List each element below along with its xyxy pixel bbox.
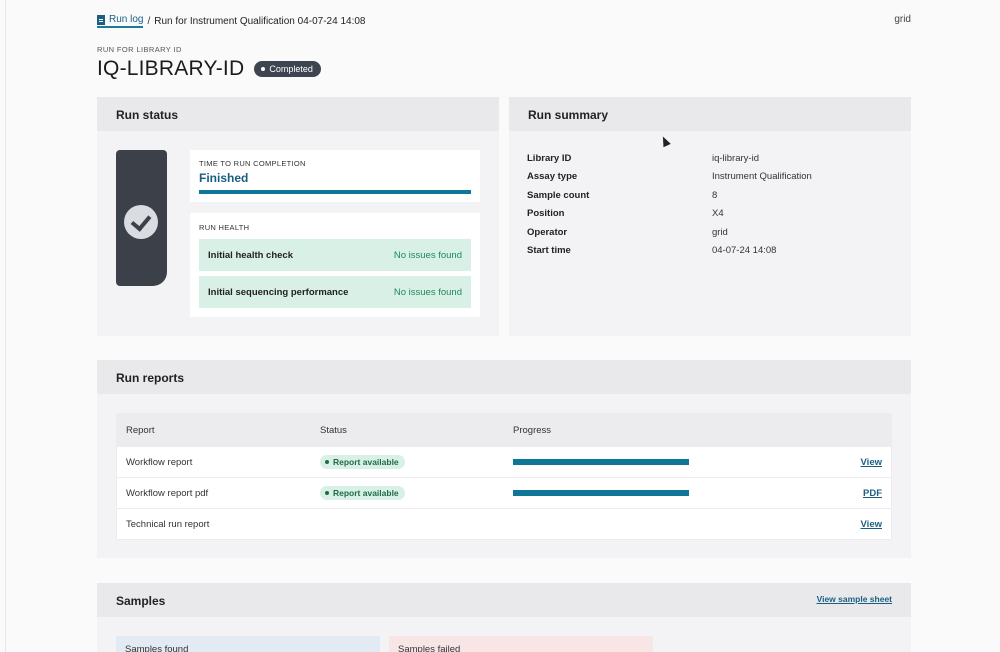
report-name: Workflow report pdf — [126, 487, 209, 499]
summary-value: grid — [712, 227, 728, 238]
health-check-name: Initial health check — [208, 250, 293, 261]
status-badge: Completed — [254, 61, 321, 77]
report-name: Technical run report — [126, 518, 210, 530]
summary-value: Instrument Qualification — [712, 171, 812, 182]
summary-key: Library ID — [527, 153, 572, 164]
breadcrumb-separator: / — [147, 15, 151, 27]
completion-value: Finished — [199, 171, 249, 185]
column-header-report: Report — [126, 424, 155, 436]
summary-value: 04-07-24 14:08 — [712, 245, 777, 256]
table-row: Workflow report pdf Report available PDF — [117, 477, 891, 508]
summary-value: iq-library-id — [712, 153, 759, 164]
page-title: IQ-LIBRARY-ID — [97, 57, 245, 80]
column-header-progress: Progress — [513, 424, 552, 436]
pdf-workflow-report-link[interactable]: PDF — [863, 488, 882, 499]
samples-failed-label: Samples failed — [398, 644, 461, 652]
samples-failed-card: Samples failed — [389, 636, 653, 652]
run-status-title: Run status — [97, 97, 499, 131]
status-dot-icon — [261, 67, 266, 71]
run-health-card: RUN HEALTH Initial health check No issue… — [190, 213, 480, 317]
samples-found-label: Samples found — [125, 644, 189, 652]
summary-value: X4 — [712, 208, 724, 219]
run-status-panel: Run status TIME TO RUN COMPLETION Finish… — [97, 97, 499, 336]
page-caption: RUN FOR LIBRARY ID — [97, 45, 182, 54]
report-action-cell: View — [861, 509, 882, 539]
summary-key: Sample count — [527, 190, 590, 201]
document-icon — [97, 14, 105, 25]
summary-key: Start time — [527, 245, 571, 256]
status-dot-icon — [325, 460, 329, 464]
run-summary-title: Run summary — [509, 97, 911, 131]
report-progress-fill — [513, 490, 689, 496]
run-reports-panel: Run reports Report Status Progress Workf… — [97, 360, 911, 558]
report-name: Workflow report — [126, 456, 193, 468]
view-technical-report-link[interactable]: View — [861, 519, 882, 530]
status-dot-icon — [325, 491, 329, 495]
report-status-badge: Report available — [320, 486, 405, 500]
health-check-row: Initial sequencing performance No issues… — [199, 276, 471, 308]
top-bar: Run log / Run for Instrument Qualificati… — [97, 14, 911, 28]
report-progress-fill — [513, 459, 689, 465]
report-status-cell: Report available — [320, 447, 405, 477]
summary-key: Position — [527, 208, 565, 219]
completion-label: TIME TO RUN COMPLETION — [199, 159, 306, 168]
breadcrumb-run-log-link[interactable]: Run log — [97, 14, 144, 28]
breadcrumb-root-label: Run log — [109, 14, 144, 25]
table-header-row: Report Status Progress — [117, 414, 891, 446]
run-summary-panel: Run summary Library ID iq-library-id Ass… — [509, 97, 911, 336]
report-status-badge: Report available — [320, 455, 405, 469]
report-progress-bar — [513, 459, 689, 465]
health-check-status: No issues found — [393, 250, 462, 261]
report-progress-cell — [513, 447, 689, 477]
status-badge-label: Completed — [269, 64, 313, 74]
report-status-label: Report available — [333, 457, 399, 467]
run-state-indicator — [116, 150, 167, 286]
samples-panel: Samples View sample sheet Samples found … — [97, 583, 911, 652]
reports-table: Report Status Progress Workflow report R… — [116, 413, 892, 540]
table-row: Workflow report Report available View — [117, 446, 891, 477]
completion-card: TIME TO RUN COMPLETION Finished — [190, 150, 480, 202]
summary-key: Operator — [527, 227, 568, 238]
health-check-row: Initial health check No issues found — [199, 239, 471, 271]
report-action-cell: PDF — [863, 478, 882, 508]
column-header-status: Status — [320, 424, 347, 436]
view-sample-sheet-link[interactable]: View sample sheet — [817, 594, 892, 604]
title-row: IQ-LIBRARY-ID Completed — [97, 57, 321, 81]
view-workflow-report-link[interactable]: View — [861, 457, 882, 468]
report-progress-cell — [513, 478, 689, 508]
user-menu[interactable]: grid — [894, 14, 911, 25]
breadcrumb: Run log / Run for Instrument Qualificati… — [97, 14, 365, 28]
table-row: Technical run report View — [117, 508, 891, 539]
report-progress-bar — [513, 490, 689, 496]
run-health-label: RUN HEALTH — [199, 223, 250, 232]
summary-key: Assay type — [527, 171, 578, 182]
summary-value: 8 — [712, 190, 718, 201]
report-status-cell: Report available — [320, 478, 405, 508]
samples-found-card: Samples found — [116, 636, 380, 652]
samples-title: Samples — [97, 583, 911, 617]
breadcrumb-current: Run for Instrument Qualification 04-07-2… — [154, 15, 366, 27]
health-check-status: No issues found — [393, 287, 462, 298]
report-action-cell: View — [861, 447, 882, 477]
run-reports-title: Run reports — [97, 360, 911, 394]
left-divider — [5, 0, 6, 652]
report-status-label: Report available — [333, 488, 399, 498]
completion-progress-bar — [199, 190, 471, 194]
check-circle-icon — [124, 205, 158, 239]
health-check-name: Initial sequencing performance — [208, 287, 349, 298]
